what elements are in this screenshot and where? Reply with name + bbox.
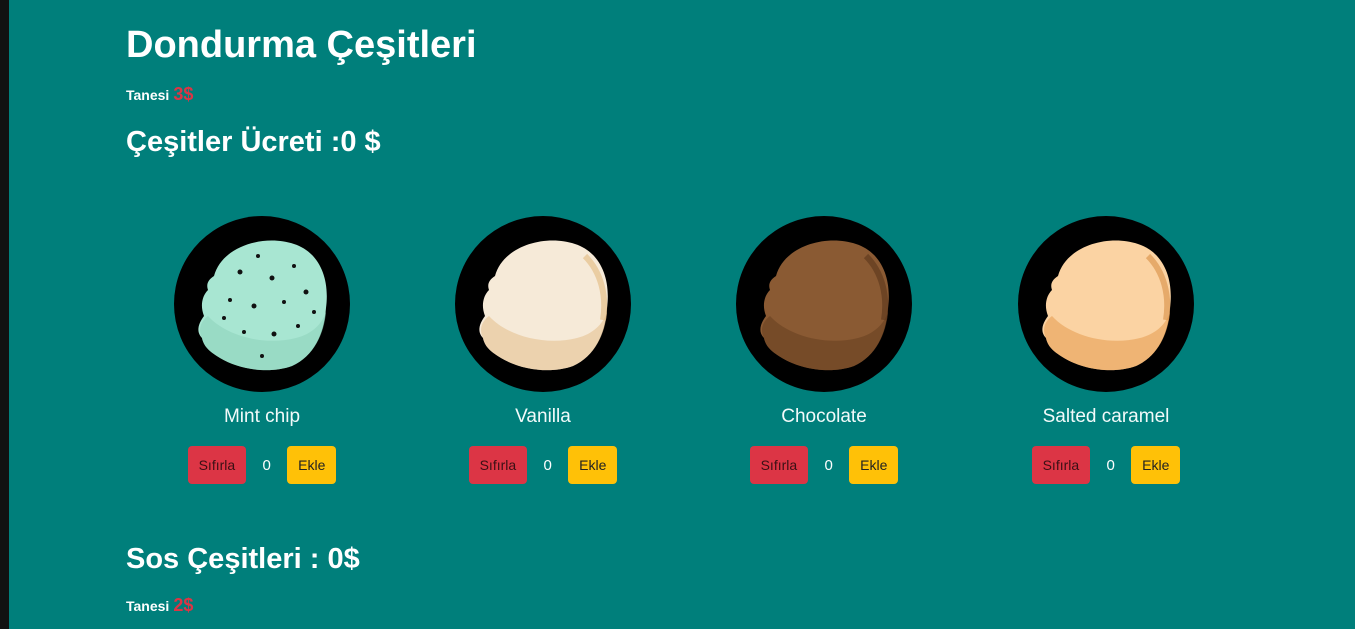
flavor-card-mint-chip: Mint chip Sıfırla 0 Ekle (147, 216, 377, 484)
flavor-count: 0 (543, 456, 552, 474)
flavor-controls: Sıfırla 0 Ekle (991, 446, 1221, 484)
chocolate-image (736, 216, 912, 392)
vanilla-image (455, 216, 631, 392)
reset-button[interactable]: Sıfırla (187, 446, 247, 484)
unit-price-label: Tanesi (126, 87, 170, 103)
sauce-price-value: 2$ (173, 595, 194, 615)
mint-chip-scoop-icon (198, 240, 327, 371)
page-title: Dondurma Çeşitleri (126, 24, 477, 66)
flavor-name: Vanilla (515, 406, 571, 427)
add-button[interactable]: Ekle (1131, 446, 1181, 484)
reset-button[interactable]: Sıfırla (1031, 446, 1091, 484)
flavor-count: 0 (824, 456, 833, 474)
sauce-price-label: Tanesi (126, 598, 170, 614)
add-button[interactable]: Ekle (287, 446, 337, 484)
sauce-unit-price: Tanesi 2$ (126, 595, 193, 616)
flavor-count: 0 (1106, 456, 1115, 474)
flavors-total-title: Çeşitler Ücreti :0 $ (126, 126, 381, 158)
flavor-controls: Sıfırla 0 Ekle (147, 446, 377, 484)
add-button[interactable]: Ekle (849, 446, 899, 484)
scoop-unit-price: Tanesi 3$ (126, 84, 193, 105)
flavor-card-vanilla: Vanilla Sıfırla 0 Ekle (428, 216, 658, 484)
reset-button[interactable]: Sıfırla (749, 446, 809, 484)
flavor-card-chocolate: Chocolate Sıfırla 0 Ekle (709, 216, 939, 484)
vanilla-scoop-icon (479, 240, 608, 371)
flavor-name: Salted caramel (1042, 406, 1170, 427)
flavor-name: Mint chip (223, 406, 301, 427)
flavor-list: Mint chip Sıfırla 0 Ekle Vanilla Sıfırla… (126, 216, 1250, 496)
sauces-title: Sos Çeşitleri : 0$ (126, 543, 360, 575)
add-button[interactable]: Ekle (568, 446, 618, 484)
flavor-card-salted-caramel: Salted caramel Sıfırla 0 Ekle (991, 216, 1221, 484)
reset-button[interactable]: Sıfırla (468, 446, 528, 484)
chocolate-scoop-icon (760, 240, 889, 371)
flavor-count: 0 (262, 456, 271, 474)
left-edge-bar (0, 0, 9, 629)
flavor-controls: Sıfırla 0 Ekle (428, 446, 658, 484)
salted-caramel-scoop-icon (1042, 240, 1171, 371)
flavor-name: Chocolate (781, 406, 867, 427)
mint-chip-image (174, 216, 350, 392)
flavor-controls: Sıfırla 0 Ekle (709, 446, 939, 484)
unit-price-value: 3$ (173, 84, 194, 104)
salted-caramel-image (1018, 216, 1194, 392)
